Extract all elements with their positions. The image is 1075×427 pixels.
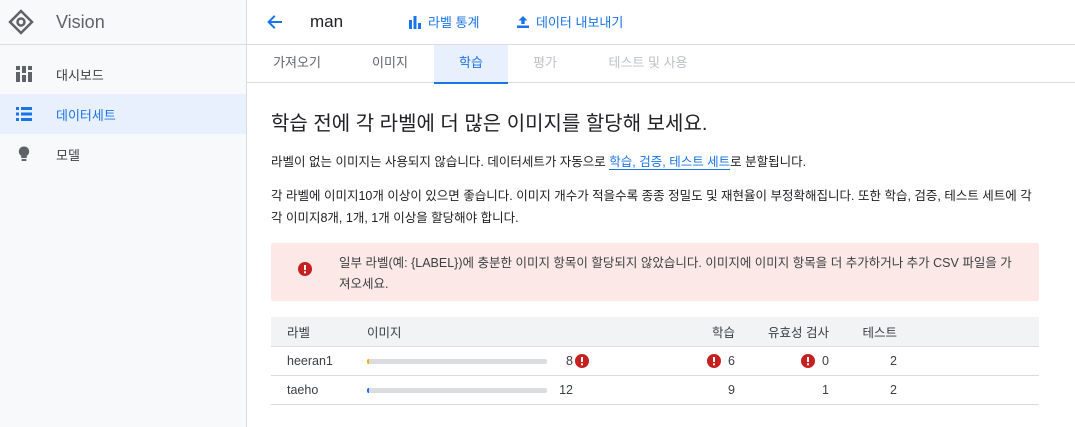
table-row: taeho 12 9 1 2 [271,376,1039,405]
row-train: 9 [728,383,735,397]
export-data-label: 데이터 내보내기 [536,15,624,30]
export-data-button[interactable]: 데이터 내보내기 [516,12,623,31]
row-test: 2 [890,354,897,368]
header-images: 이미지 [367,326,402,340]
list-icon [15,105,33,123]
tab-test-and-use[interactable]: 테스트 및 사용 [593,45,703,82]
label-stats-label: 라벨 통계 [428,15,480,30]
sidebar-item-dashboard[interactable]: 대시보드 [0,54,246,94]
row-validation: 0 [735,347,829,375]
sidebar-item-models[interactable]: 모델 [0,134,246,174]
error-icon [707,354,722,368]
split-description: 라벨이 없는 이미지는 사용되지 않습니다. 데이터세트가 자동으로 학습, 검… [271,151,806,170]
page-heading: 학습 전에 각 라벨에 더 많은 이미지를 할당해 보세요. [271,113,708,135]
train-count: 6 [728,354,735,368]
error-icon [298,262,312,276]
tab-bar: 가져오기 이미지 학습 평가 테스트 및 사용 [247,45,1075,84]
image-count-bar [367,358,547,364]
brand: Vision [0,0,246,45]
label-table: 라벨 이미지 학습 유효성 검사 테스트 heeran1 8 6 0 2 tae… [271,317,1039,405]
label-stats-button[interactable]: 라벨 통계 [408,12,479,31]
upload-icon [517,15,529,28]
bar-chart-icon [409,15,421,29]
sidebar: Vision 대시보드 데이터세트 모델 [0,0,247,427]
row-label: taeho [287,383,319,397]
tab-images[interactable]: 이미지 [355,45,425,82]
tab-evaluate[interactable]: 평가 [517,45,573,82]
header-label: 라벨 [287,326,311,340]
lightbulb-icon [15,145,33,163]
header-validation: 유효성 검사 [768,326,829,340]
back-arrow-icon[interactable] [265,12,285,32]
validation-count: 0 [822,354,829,368]
image-count-bar-fill [367,387,370,393]
image-count-bar [367,387,547,393]
header: man 라벨 통계 데이터 내보내기 [247,0,1075,45]
row-label: heeran1 [287,354,333,368]
row-test: 2 [890,383,897,397]
sidebar-item-label: 대시보드 [56,67,104,83]
tab-import[interactable]: 가져오기 [247,45,347,82]
image-count: 8 [566,354,573,368]
split-description-prefix: 라벨이 없는 이미지는 사용되지 않습니다. 데이터세트가 자동으로 [271,155,610,169]
row-train: 6 [651,347,735,375]
error-icon [575,354,589,368]
table-row: heeran1 8 6 0 2 [271,347,1039,376]
row-validation: 1 [822,383,829,397]
sidebar-item-label: 데이터세트 [56,107,116,123]
table-header: 라벨 이미지 학습 유효성 검사 테스트 [271,317,1039,347]
vision-logo-icon [8,9,34,35]
header-test: 테스트 [862,326,897,340]
app-name: Vision [56,11,105,32]
dataset-title: man [310,12,344,31]
header-train: 학습 [711,326,735,340]
image-count: 12 [559,383,573,397]
row-images: 8 [367,347,589,375]
sidebar-item-datasets[interactable]: 데이터세트 [0,94,246,134]
error-icon [801,354,816,368]
requirements-text: 각 라벨에 이미지10개 이상이 있으면 좋습니다. 이미지 개수가 적을수록 … [271,189,1032,225]
image-count-bar-fill [367,358,370,364]
insufficient-images-alert: 일부 라벨(예: {LABEL})에 충분한 이미지 항목이 할당되지 않았습니… [271,243,1039,301]
alert-message: 일부 라벨(예: {LABEL})에 충분한 이미지 항목이 할당되지 않았습니… [339,256,1012,291]
row-images: 12 [367,376,573,404]
tab-train[interactable]: 학습 [434,45,508,84]
split-sets-link[interactable]: 학습, 검증, 테스트 세트 [609,155,731,170]
dashboard-icon [15,65,33,83]
split-description-suffix: 로 분할됩니다. [730,155,807,169]
sidebar-item-label: 모델 [56,147,80,163]
